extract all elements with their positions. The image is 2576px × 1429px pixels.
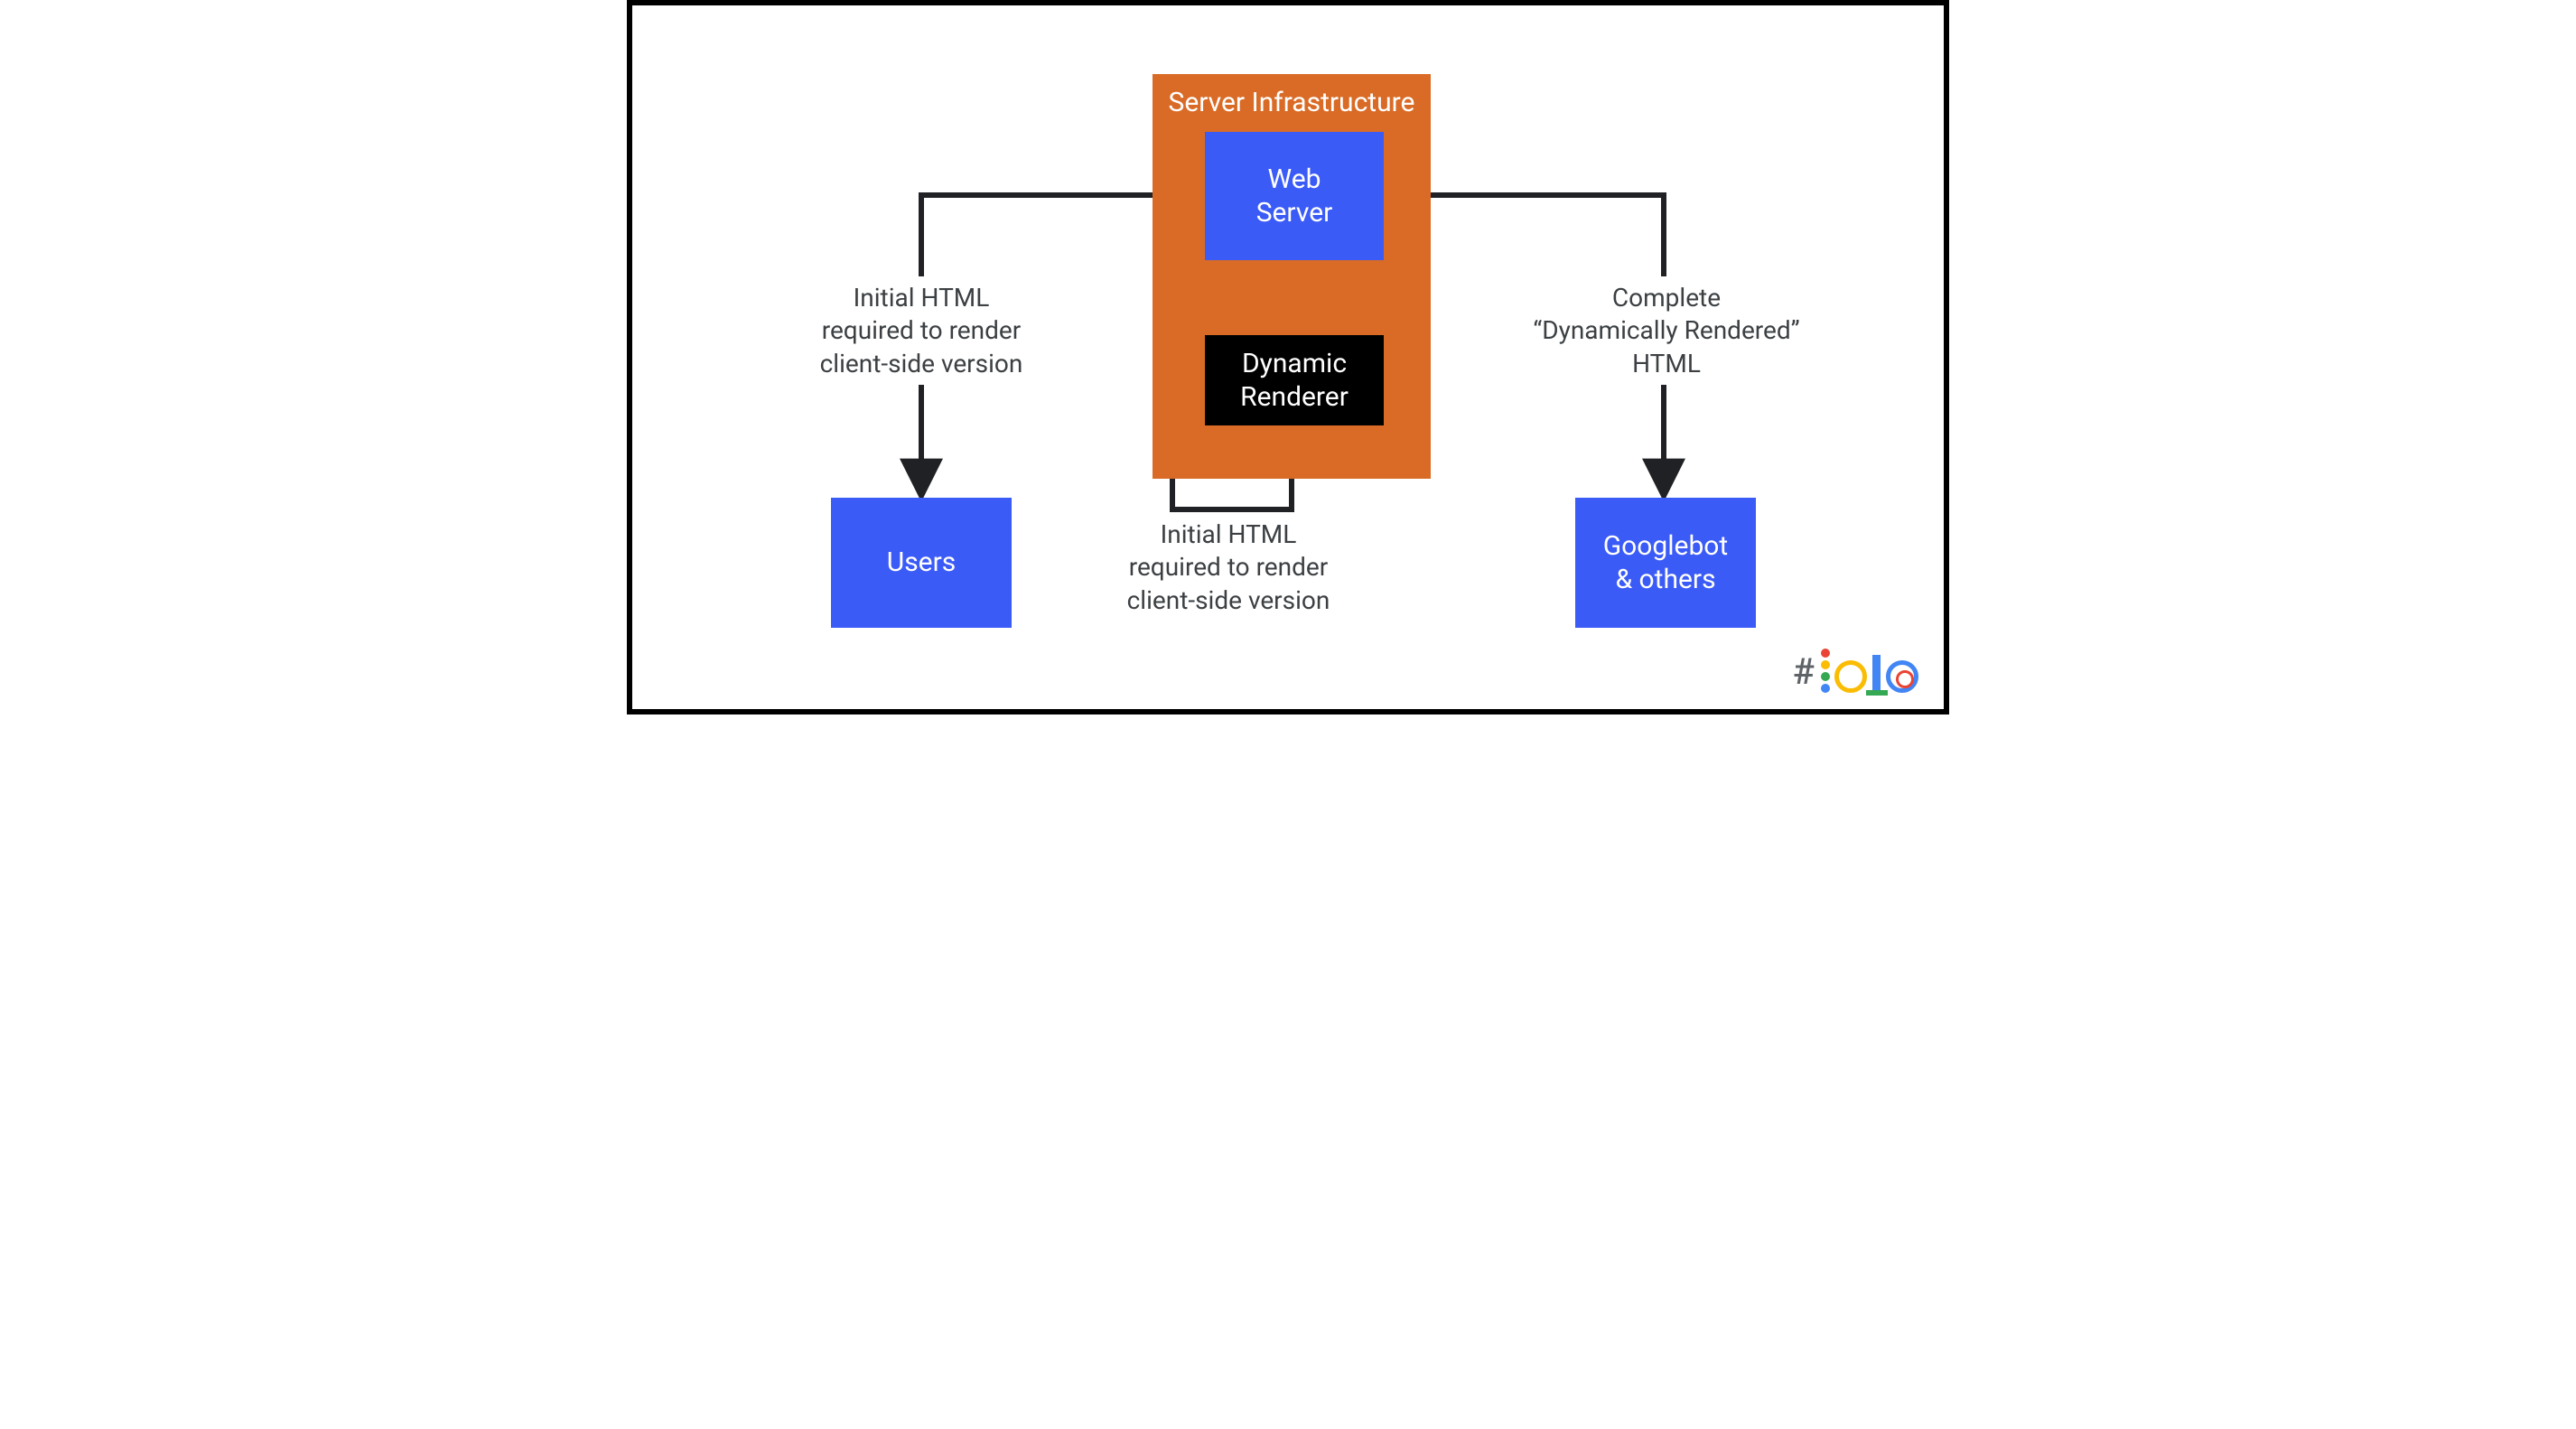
hash-icon: # <box>1793 650 1815 693</box>
googlebot-label: Googlebot & others <box>1594 529 1737 597</box>
web-server-box: Web Server <box>1205 132 1384 260</box>
bottom-edge-label: Initial HTML required to render client-s… <box>1075 518 1382 617</box>
io18-logo: # <box>1793 649 1918 693</box>
diagram-frame: Server Infrastructure Web Server Dynamic… <box>627 0 1949 714</box>
users-box: Users <box>831 498 1012 628</box>
users-label: Users <box>878 546 966 580</box>
left-edge-label: Initial HTML required to render client-s… <box>786 282 1057 380</box>
io-digit-8-icon <box>1886 660 1918 693</box>
googlebot-box: Googlebot & others <box>1575 498 1756 628</box>
io-letter-i-icon <box>1820 649 1831 693</box>
server-infrastructure-title: Server Infrastructure <box>1153 87 1431 118</box>
io-letter-o-icon <box>1834 660 1867 693</box>
dynamic-renderer-label: Dynamic Renderer <box>1231 347 1358 415</box>
io-digit-1-icon <box>1872 655 1881 693</box>
dynamic-renderer-box: Dynamic Renderer <box>1205 335 1384 425</box>
web-server-label: Web Server <box>1247 163 1342 230</box>
right-edge-label: Complete “Dynamically Rendered” HTML <box>1499 282 1834 380</box>
